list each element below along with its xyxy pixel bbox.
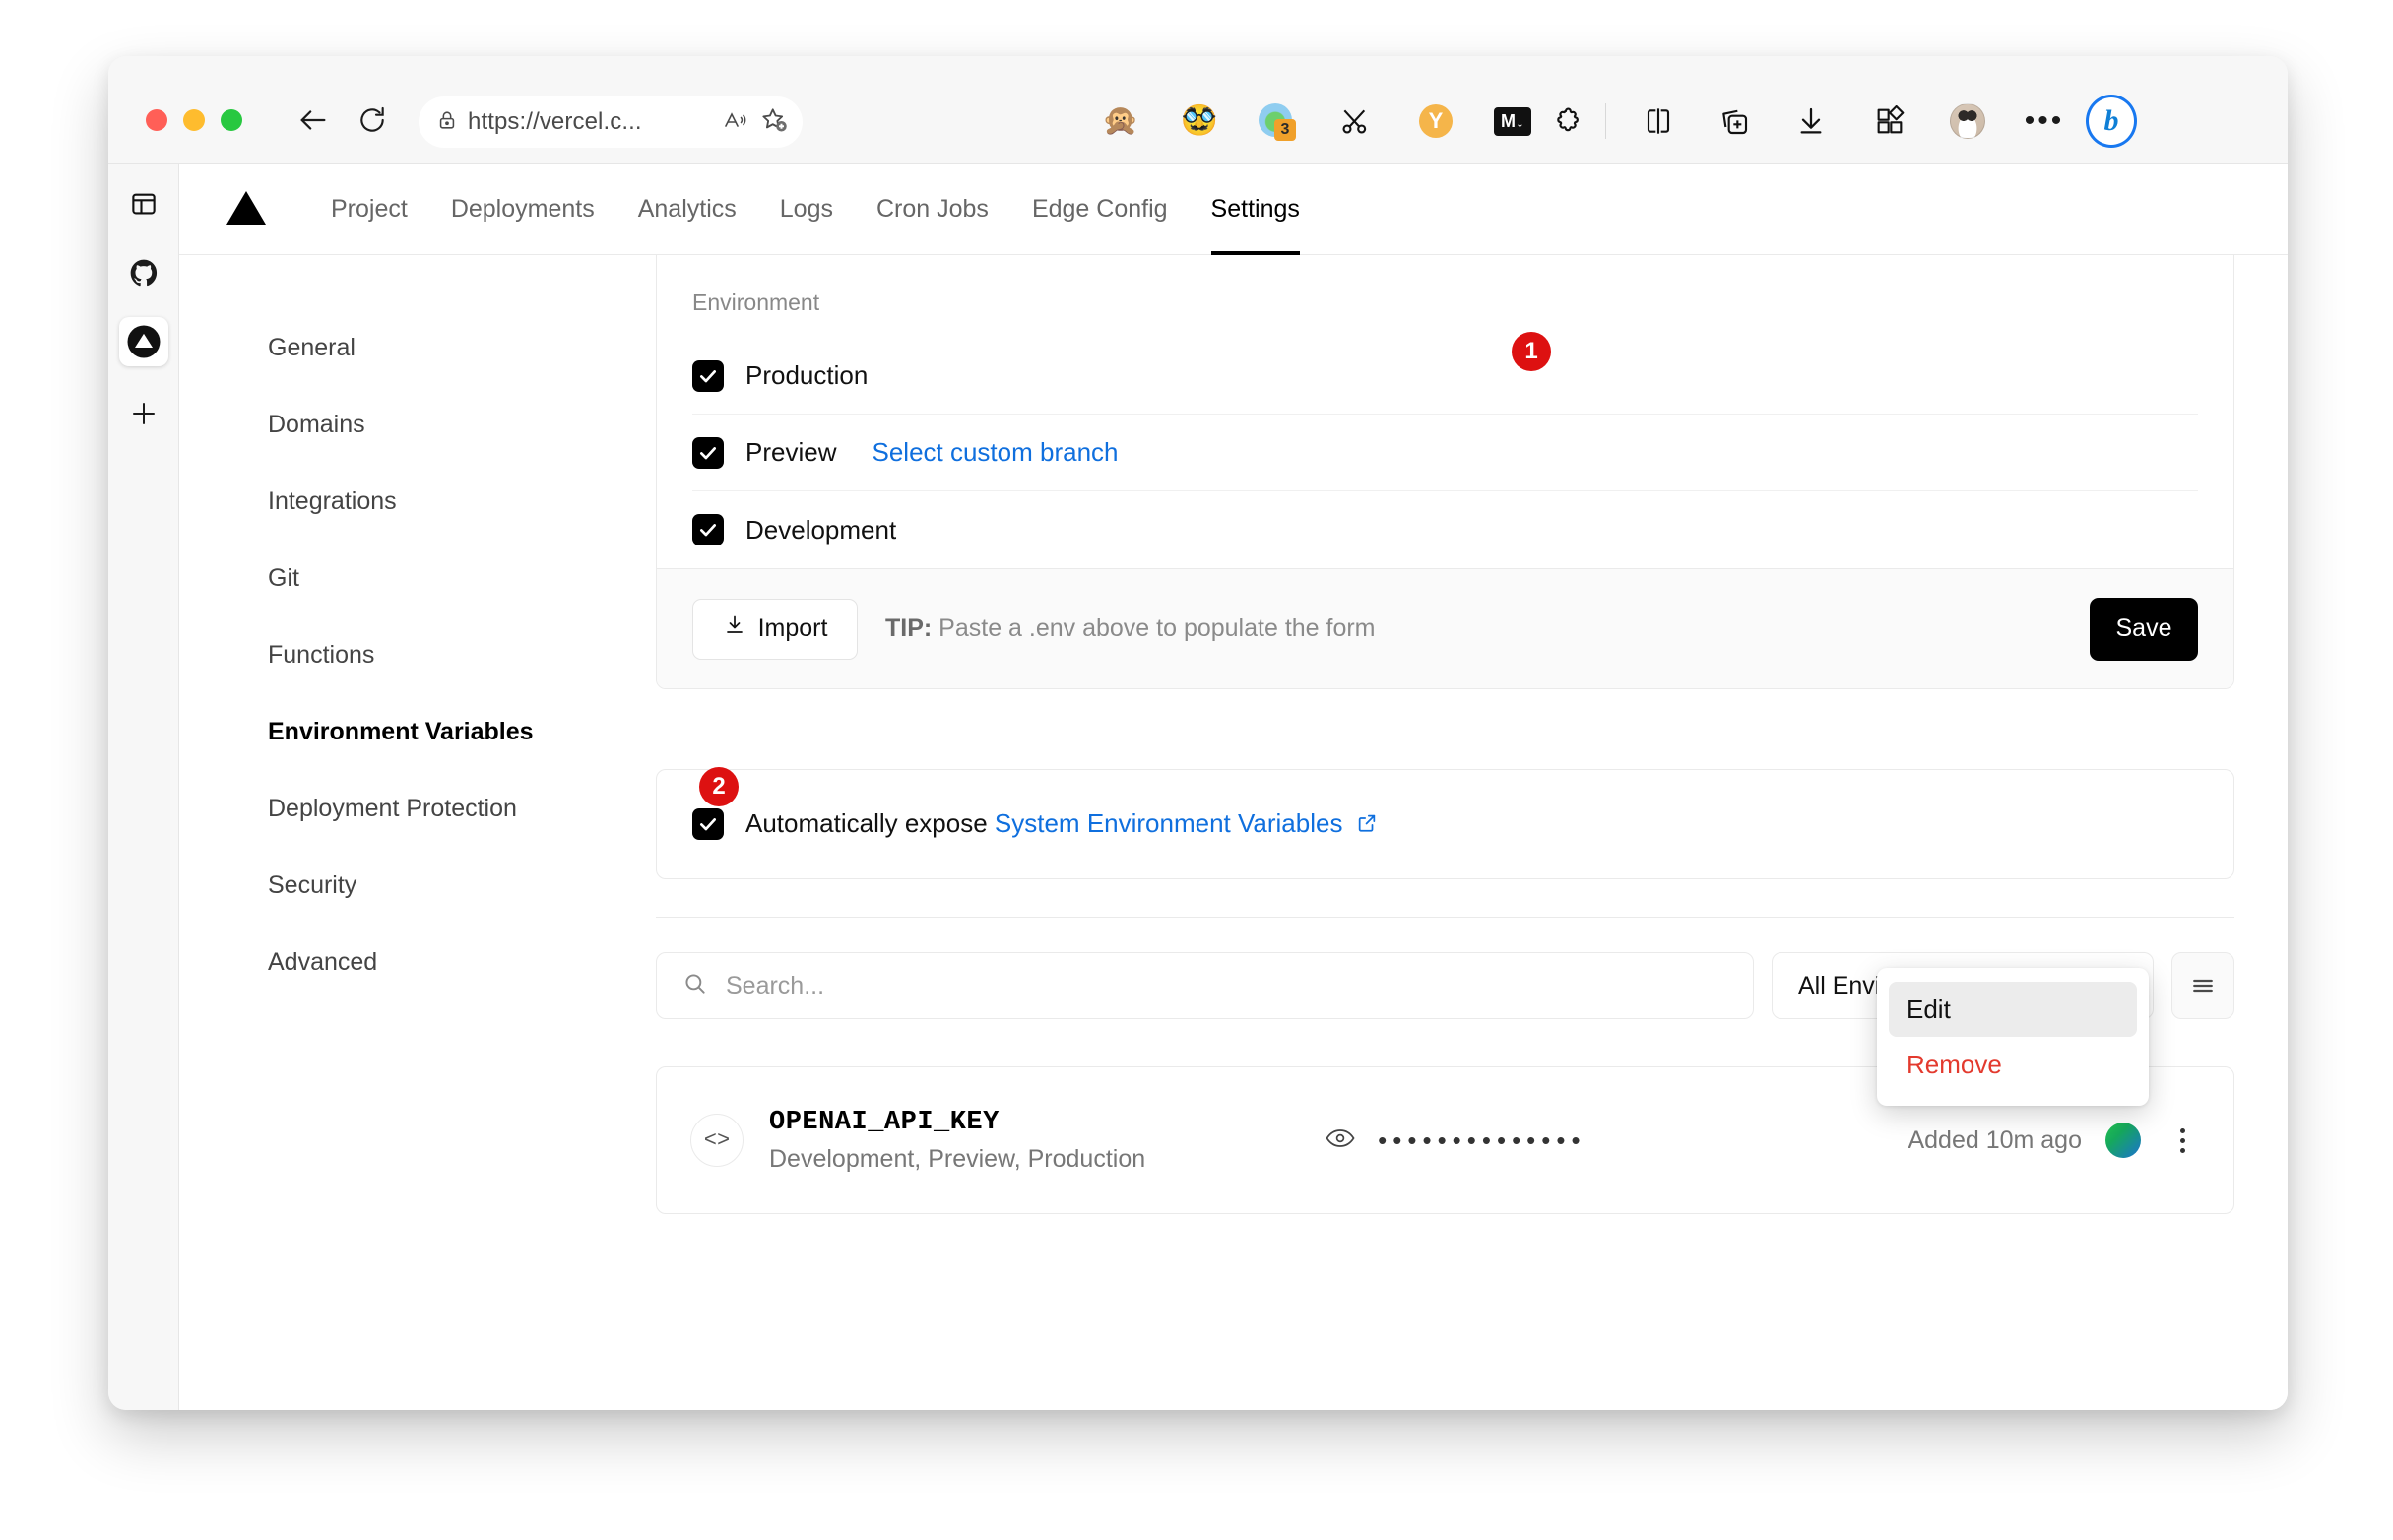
profile-avatar[interactable] — [1942, 96, 1993, 147]
settings-sidebar: General Domains Integrations Git Functio… — [179, 255, 640, 1410]
import-button-label: Import — [757, 614, 828, 642]
annotation-badge-1: 1 — [1512, 332, 1551, 371]
import-button[interactable]: Import — [692, 598, 858, 660]
browser-window: https://vercel.c... 🙊 🥸 3 Y M↓ ••• b Pro… — [108, 56, 2288, 1410]
page-viewport: Project Deployments Analytics Logs Cron … — [179, 164, 2288, 1410]
environment-row-production[interactable]: Production — [692, 338, 2198, 415]
annotation-badge-2: 2 — [699, 767, 739, 806]
environment-form-card: Environment Production Preview Select cu… — [656, 255, 2234, 689]
lock-icon — [436, 109, 458, 136]
sidebar-item-functions[interactable]: Functions — [179, 629, 640, 680]
nav-item-analytics[interactable]: Analytics — [616, 164, 758, 255]
menu-item-remove[interactable]: Remove — [1889, 1037, 2137, 1092]
nav-item-deployments[interactable]: Deployments — [429, 164, 616, 255]
sidebar-item-deployment-protection[interactable]: Deployment Protection — [179, 783, 640, 834]
download-icon — [723, 613, 746, 644]
markdown-extension-icon[interactable]: M↓ — [1487, 96, 1538, 147]
environment-row-development[interactable]: Development — [692, 491, 2198, 568]
add-favorite-icon[interactable] — [759, 105, 789, 140]
label-development: Development — [745, 514, 897, 545]
window-minimize-button[interactable] — [183, 109, 205, 131]
nav-item-edge-config[interactable]: Edge Config — [1010, 164, 1190, 255]
window-maximize-button[interactable] — [221, 109, 242, 131]
checkbox-production[interactable] — [692, 359, 724, 392]
import-toolbar: Import TIP: Paste a .env above to popula… — [657, 568, 2233, 688]
sidebar-item-general[interactable]: General — [179, 322, 640, 373]
save-button[interactable]: Save — [2090, 597, 2198, 661]
nav-item-logs[interactable]: Logs — [758, 164, 855, 255]
puzzle-extension-icon[interactable] — [1544, 96, 1595, 147]
circle-extension-icon[interactable]: 3 — [1251, 96, 1302, 147]
search-input[interactable]: Search... — [656, 952, 1754, 1019]
variable-added-time: Added 10m ago — [1908, 1125, 2082, 1154]
variable-environments: Development, Preview, Production — [769, 1144, 1146, 1173]
import-tip-text: TIP: Paste a .env above to populate the … — [885, 614, 1376, 643]
system-env-text: Automatically expose System Environment … — [745, 808, 1378, 841]
system-env-link[interactable]: System Environment Variables — [995, 808, 1343, 838]
split-screen-icon[interactable] — [1633, 96, 1684, 147]
label-production: Production — [745, 360, 869, 390]
add-icon[interactable] — [119, 389, 168, 438]
address-bar[interactable]: https://vercel.c... — [419, 96, 803, 148]
checkbox-preview[interactable] — [692, 436, 724, 469]
avatar — [2105, 1123, 2141, 1158]
variable-value-masked: •••••••••••••• — [1378, 1125, 1586, 1155]
back-button[interactable] — [289, 96, 338, 145]
face-extension-icon[interactable]: 🥸 — [1174, 96, 1225, 147]
row-context-menu: Edit Remove — [1877, 968, 2149, 1106]
environment-section-label: Environment — [692, 289, 820, 315]
nav-item-settings[interactable]: Settings — [1190, 164, 1322, 255]
environment-row-preview[interactable]: Preview Select custom branch — [692, 415, 2198, 491]
reload-button[interactable] — [348, 96, 397, 145]
search-icon — [682, 971, 708, 1001]
search-placeholder: Search... — [726, 971, 825, 999]
sidebar-item-git[interactable]: Git — [179, 552, 640, 604]
extensions-icon[interactable] — [1864, 96, 1915, 147]
variable-name: OPENAI_API_KEY — [769, 1107, 1000, 1137]
toolbar-divider — [1605, 103, 1606, 139]
vercel-logo[interactable] — [226, 191, 266, 225]
sidebar-item-domains[interactable]: Domains — [179, 399, 640, 450]
browser-toolbar: https://vercel.c... 🙊 🥸 3 Y M↓ ••• b — [108, 56, 2288, 164]
tip-body: Paste a .env above to populate the form — [932, 614, 1376, 642]
downloads-icon[interactable] — [1785, 96, 1837, 147]
nav-item-project[interactable]: Project — [309, 164, 429, 255]
read-aloud-icon[interactable] — [722, 108, 749, 137]
extension-count-badge: 3 — [1274, 119, 1296, 141]
row-more-options-button[interactable] — [2165, 1127, 2200, 1153]
code-icon: <> — [690, 1114, 744, 1167]
external-link-icon[interactable] — [1356, 810, 1378, 841]
split-screen-icon[interactable] — [119, 179, 168, 228]
add-collection-icon[interactable] — [1709, 96, 1760, 147]
bing-chat-icon[interactable]: b — [2086, 95, 2137, 148]
window-close-button[interactable] — [146, 109, 167, 131]
vercel-top-nav: Project Deployments Analytics Logs Cron … — [179, 164, 2288, 255]
checkbox-development[interactable] — [692, 514, 724, 545]
select-custom-branch-link[interactable]: Select custom branch — [872, 437, 1118, 468]
url-text: https://vercel.c... — [468, 108, 642, 135]
system-env-prefix: Automatically expose — [745, 807, 995, 838]
label-preview: Preview — [745, 437, 837, 467]
sidebar-item-environment-variables[interactable]: Environment Variables — [179, 706, 640, 757]
more-options-icon[interactable]: ••• — [2019, 96, 2070, 147]
sidebar-item-integrations[interactable]: Integrations — [179, 476, 640, 527]
sidebar-item-security[interactable]: Security — [179, 860, 640, 911]
list-view-toggle-button[interactable] — [2171, 952, 2234, 1019]
nav-item-cron-jobs[interactable]: Cron Jobs — [855, 164, 1010, 255]
orange-extension-icon[interactable]: Y — [1410, 96, 1461, 147]
vercel-icon[interactable] — [119, 317, 168, 366]
checkbox-auto-expose-system-env[interactable] — [692, 808, 724, 840]
github-icon[interactable] — [119, 248, 168, 297]
tip-prefix: TIP: — [885, 614, 933, 642]
scissors-extension-icon[interactable] — [1329, 96, 1381, 147]
section-divider — [656, 917, 2234, 918]
eye-icon[interactable] — [1325, 1125, 1356, 1156]
settings-body: General Domains Integrations Git Functio… — [179, 255, 2288, 1410]
browser-sidebar-rail — [108, 164, 179, 1410]
monkey-extension-icon[interactable]: 🙊 — [1095, 96, 1146, 147]
menu-item-edit[interactable]: Edit — [1889, 982, 2137, 1037]
settings-main-panel: Environment Production Preview Select cu… — [640, 255, 2288, 1410]
sidebar-item-advanced[interactable]: Advanced — [179, 936, 640, 988]
system-env-card: Automatically expose System Environment … — [656, 769, 2234, 879]
